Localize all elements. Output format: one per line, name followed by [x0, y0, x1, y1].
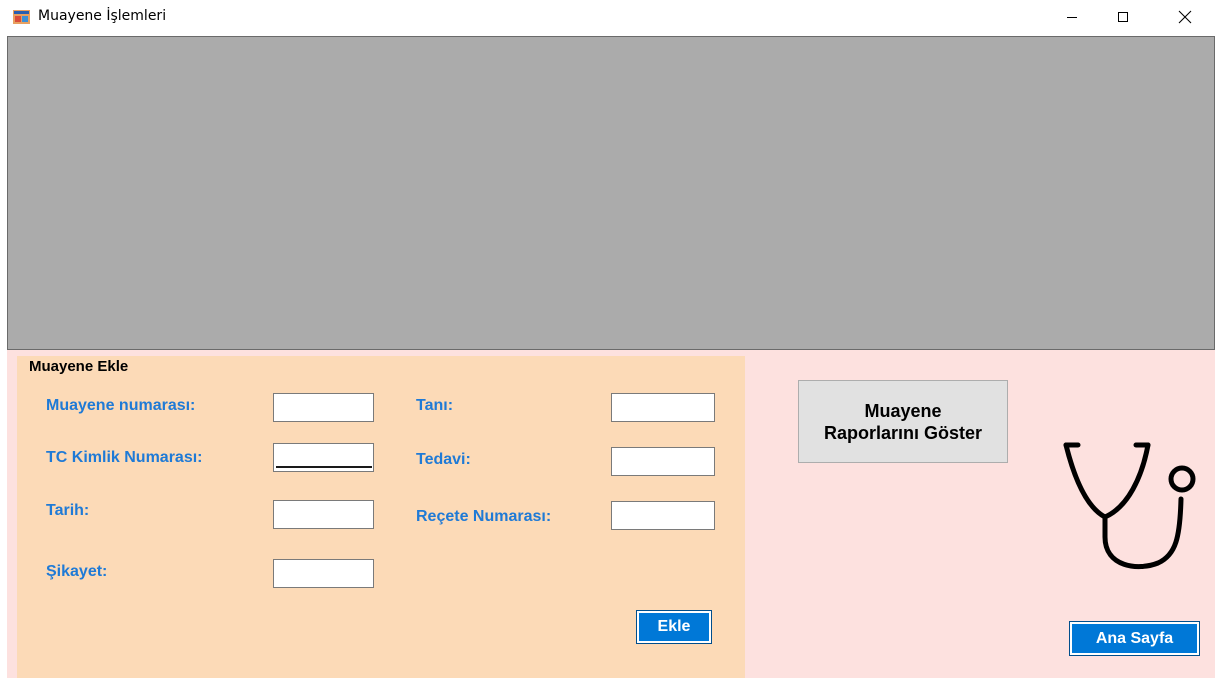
label-tc-kimlik: TC Kimlik Numarası:: [46, 449, 203, 466]
show-reports-label-line2: Raporlarını Göster: [823, 422, 983, 443]
maximize-icon: [1118, 12, 1128, 22]
tani-input[interactable]: [611, 393, 715, 422]
minimize-button[interactable]: [1049, 0, 1095, 34]
close-icon: [1178, 10, 1192, 24]
label-tani: Tanı:: [416, 397, 454, 414]
title-bar: Muayene İşlemleri: [0, 0, 1219, 34]
form-app-icon: [13, 10, 30, 24]
recete-input[interactable]: [611, 501, 715, 530]
label-sikayet: Şikayet:: [46, 563, 108, 580]
tarih-input[interactable]: [273, 500, 374, 529]
stethoscope-icon: [1063, 442, 1196, 570]
label-tedavi: Tedavi:: [416, 451, 471, 468]
tedavi-input[interactable]: [611, 447, 715, 476]
close-button[interactable]: [1162, 0, 1208, 34]
label-tarih: Tarih:: [46, 502, 90, 519]
label-recete: Reçete Numarası:: [416, 508, 552, 525]
add-button[interactable]: Ekle: [636, 610, 712, 644]
input-focus-underline: [276, 466, 372, 468]
maximize-button[interactable]: [1100, 0, 1146, 34]
show-reports-button[interactable]: Muayene Raporlarını Göster: [798, 380, 1008, 463]
window-title: Muayene İşlemleri: [38, 8, 167, 24]
groupbox-title: Muayene Ekle: [29, 358, 129, 375]
minimize-icon: [1067, 17, 1077, 18]
show-reports-label-line1: Muayene: [864, 400, 942, 421]
home-button[interactable]: Ana Sayfa: [1069, 621, 1200, 656]
main-window: Muayene İşlemleri Muayene Ekle Muayene n…: [0, 0, 1219, 681]
sikayet-input[interactable]: [273, 559, 374, 588]
data-grid[interactable]: [7, 36, 1215, 350]
muayene-no-input[interactable]: [273, 393, 374, 422]
label-muayene-no: Muayene numarası:: [46, 397, 196, 414]
